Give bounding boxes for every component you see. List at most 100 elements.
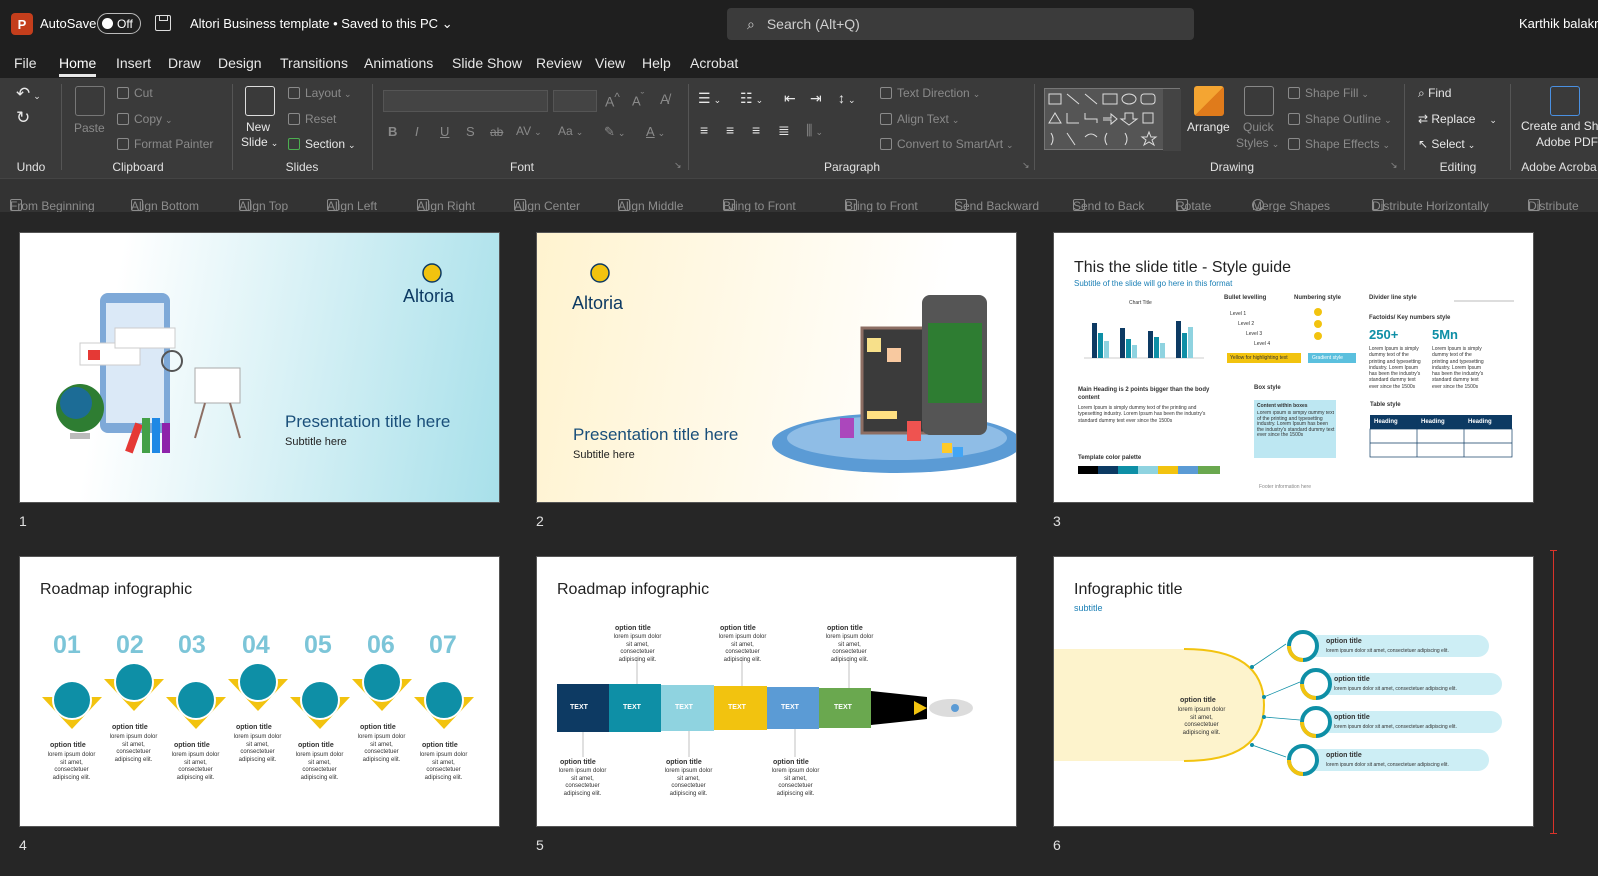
tab-view[interactable]: View — [595, 55, 625, 71]
tab-design[interactable]: Design — [218, 55, 262, 71]
copy-label: Copy — [134, 112, 163, 126]
numbering-icon[interactable]: ☷ ⌄ — [740, 90, 763, 107]
adobe-pdf-icon[interactable] — [1550, 86, 1580, 116]
autosave-label: AutoSave — [40, 16, 97, 31]
slide-thumbnail-2[interactable]: Altoria Presentation title here Subtitle… — [536, 232, 1017, 503]
underline-button[interactable]: U — [440, 124, 449, 139]
arrange-icon[interactable] — [1194, 86, 1224, 116]
tab-help[interactable]: Help — [642, 55, 671, 71]
redo-icon[interactable]: ↻ — [16, 108, 30, 128]
slide-4-roadmap-markers — [42, 662, 474, 729]
strikethrough-button[interactable]: ab — [490, 125, 503, 139]
tab-file[interactable]: File — [14, 55, 37, 71]
increase-indent-icon[interactable]: ⇥ — [810, 90, 822, 107]
slide-3-palette-heading: Template color palette — [1078, 455, 1142, 461]
slide-4-option-title-3: option title — [174, 742, 210, 749]
tab-home[interactable]: Home — [59, 55, 97, 77]
shape-outline-button[interactable]: Shape Outline ⌄ — [1288, 112, 1392, 126]
slide-4-option-title-1: option title — [50, 742, 86, 749]
line-spacing-icon[interactable]: ↕ ⌄ — [838, 90, 856, 106]
slide-thumbnail-4[interactable]: Roadmap infographic 01 02 03 04 05 06 07… — [19, 556, 500, 827]
distribute-label: Distribute — [1528, 199, 1579, 213]
format-painter-button[interactable]: Format Painter — [117, 137, 213, 151]
layout-button[interactable]: Layout ⌄ — [288, 86, 352, 100]
highlight-color-icon[interactable]: ✎ ⌄ — [604, 124, 625, 140]
pen-icon — [1288, 113, 1300, 125]
save-icon[interactable] — [155, 15, 171, 31]
undo-icon[interactable]: ↶ ⌄ — [16, 84, 41, 104]
decrease-indent-icon[interactable]: ⇤ — [784, 90, 796, 107]
character-spacing-button[interactable]: AV ⌄ — [516, 124, 542, 138]
group-label-slides: Slides — [285, 160, 319, 174]
justify-icon[interactable]: ≣ — [778, 122, 790, 139]
shape-fill-button[interactable]: Shape Fill ⌄ — [1288, 86, 1369, 100]
section-button[interactable]: Section ⌄ — [288, 137, 356, 151]
align-right-label: Align Right — [417, 199, 476, 213]
font-size-select[interactable] — [553, 90, 597, 112]
bold-button[interactable]: B — [388, 124, 397, 139]
drawing-dialog-launcher-icon[interactable]: ↘ — [1390, 160, 1398, 171]
slide-thumbnail-5[interactable]: Roadmap infographic TEXT TEXT TEXT TEXT … — [536, 556, 1017, 827]
title-bar: P AutoSave Off Altori Business template … — [0, 0, 1598, 48]
slide-thumbnail-3[interactable]: This the slide title - Style guide Subti… — [1053, 232, 1534, 503]
brush-icon — [117, 138, 129, 150]
search-box[interactable]: ⌕ Search (Alt+Q) — [727, 8, 1194, 40]
autosave-toggle[interactable]: Off — [97, 13, 141, 34]
slide-6-option-title-2: option title — [1334, 676, 1370, 683]
new-slide-icon[interactable] — [245, 86, 275, 116]
copy-button[interactable]: Copy ⌄ — [117, 112, 173, 126]
font-name-select[interactable] — [383, 90, 548, 112]
quick-styles-button[interactable]: Styles ⌄ — [1236, 136, 1279, 150]
columns-icon[interactable]: ⫼ ⌄ — [806, 122, 823, 139]
tab-insert[interactable]: Insert — [116, 55, 151, 71]
format-painter-label: Format Painter — [134, 137, 214, 151]
paragraph-dialog-launcher-icon[interactable]: ↘ — [1022, 160, 1030, 171]
tab-transitions[interactable]: Transitions — [280, 55, 348, 71]
align-text-button[interactable]: Align Text ⌄ — [880, 112, 959, 126]
bullets-icon[interactable]: ☰ ⌄ — [698, 90, 721, 107]
replace-button[interactable]: ⇄ Replace ⌄ — [1418, 112, 1497, 126]
shrink-font-icon[interactable]: Aˇ — [632, 91, 644, 108]
tab-animations[interactable]: Animations — [364, 55, 433, 71]
slide-thumbnail-6[interactable]: Infographic title subtitle option title … — [1053, 556, 1534, 827]
text-direction-button[interactable]: Text Direction ⌄ — [880, 86, 980, 100]
slide-6-option-title-4: option title — [1326, 752, 1362, 759]
slide-3-fact-1-text: Lorem Ipsum is simply dummy text of the … — [1369, 346, 1421, 390]
align-center-icon[interactable]: ≡ — [726, 122, 734, 138]
shapes-gallery[interactable] — [1044, 88, 1181, 151]
create-share-pdf-label[interactable]: Create and Sha — [1521, 119, 1598, 133]
tab-review[interactable]: Review — [536, 55, 582, 71]
shape-effects-button[interactable]: Shape Effects ⌄ — [1288, 137, 1390, 151]
arrange-button[interactable]: Arrange — [1187, 120, 1230, 134]
italic-button[interactable]: I — [415, 124, 419, 139]
align-right-icon[interactable]: ≡ — [752, 122, 760, 138]
slide-2-logo: Altoria — [572, 293, 624, 313]
search-icon: ⌕ — [747, 15, 755, 32]
text-shadow-button[interactable]: S — [466, 124, 475, 139]
slide-thumbnail-1[interactable]: Altoria Presentation title here Subtitle… — [19, 232, 500, 503]
new-slide-label: New — [246, 120, 271, 134]
grow-font-icon[interactable]: A^ — [605, 91, 620, 110]
document-title[interactable]: Altori Business template • Saved to this… — [190, 16, 453, 32]
paste-button[interactable]: Paste — [74, 121, 105, 135]
convert-smartart-button[interactable]: Convert to SmartArt ⌄ — [880, 137, 1014, 151]
find-button[interactable]: ⌕ Find — [1418, 86, 1451, 101]
quick-styles-icon[interactable] — [1244, 86, 1274, 116]
font-color-button[interactable]: A ⌄ — [646, 124, 665, 139]
change-case-button[interactable]: Aa ⌄ — [558, 124, 583, 138]
reset-button[interactable]: Reset — [288, 112, 336, 126]
align-left-icon[interactable]: ≡ — [700, 122, 708, 138]
new-slide-button[interactable]: Slide ⌄ — [241, 135, 278, 149]
cut-button[interactable]: Cut — [117, 86, 153, 100]
slide-3-content-box-text: Lorem Ipsum is simply dummy text of the … — [1257, 411, 1335, 438]
user-name[interactable]: Karthik balakris — [1519, 16, 1598, 31]
clear-formatting-icon[interactable]: A̸ — [660, 91, 669, 107]
paste-icon[interactable] — [75, 86, 105, 116]
font-dialog-launcher-icon[interactable]: ↘ — [674, 160, 682, 171]
select-button[interactable]: ↖ Select ⌄ — [1418, 137, 1475, 151]
new-slide-label-2: Slide — [241, 135, 268, 149]
find-label: Find — [1428, 86, 1452, 100]
tab-draw[interactable]: Draw — [168, 55, 201, 71]
tab-acrobat[interactable]: Acrobat — [690, 55, 738, 71]
tab-slide-show[interactable]: Slide Show — [452, 55, 522, 71]
